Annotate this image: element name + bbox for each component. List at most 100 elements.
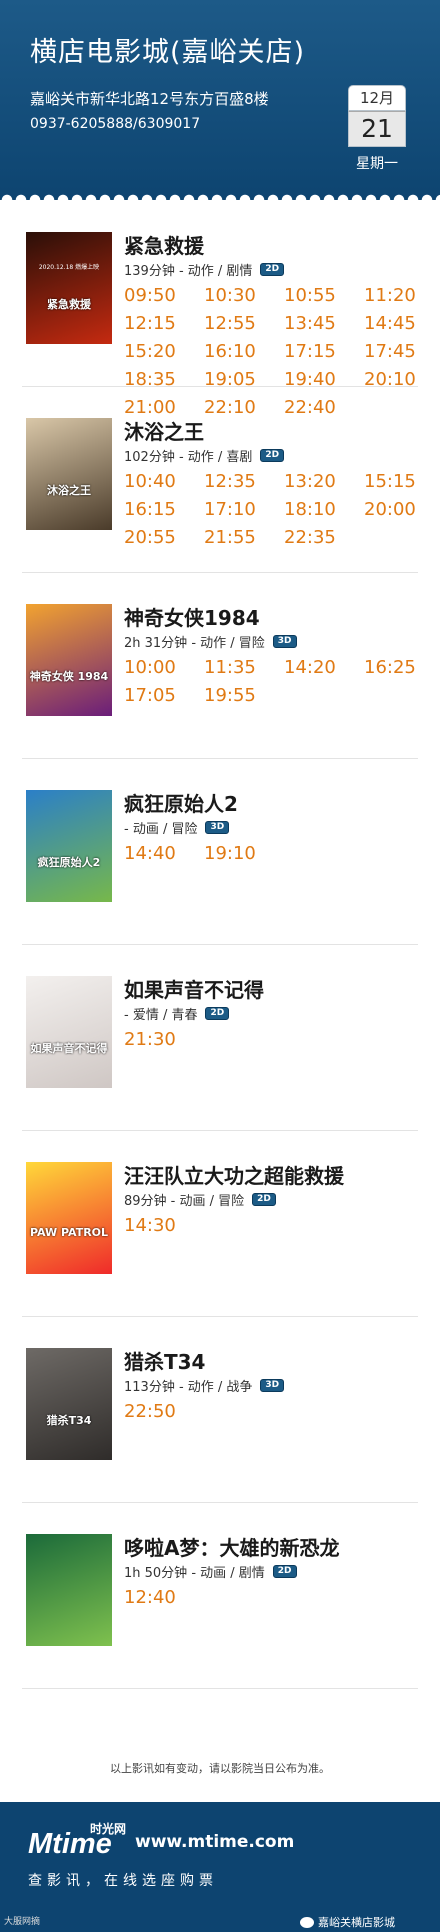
- movie-poster[interactable]: 如果声音不记得: [26, 976, 112, 1088]
- showtime[interactable]: 21:30: [124, 1030, 204, 1050]
- movie-duration-genre: - 爱情 / 青春: [124, 1008, 198, 1023]
- showtime[interactable]: 19:05: [204, 370, 284, 390]
- movie-info: 89分钟 - 动画 / 冒险 2D: [124, 1190, 276, 1209]
- showtime[interactable]: 20:10: [364, 370, 424, 390]
- showtime-grid: 12:40: [124, 1588, 424, 1608]
- format-badge: 3D: [272, 635, 297, 648]
- showtime-grid: 14:30: [124, 1216, 424, 1236]
- movie-duration-genre: 139分钟 - 动作 / 剧情: [124, 264, 253, 279]
- format-badge: 3D: [260, 1379, 285, 1392]
- showtime-grid: 14:40 19:10: [124, 844, 424, 864]
- poster-title-text: PAW PATROL: [29, 1226, 109, 1239]
- showtime[interactable]: 15:15: [364, 472, 424, 492]
- showtime[interactable]: 12:40: [124, 1588, 204, 1608]
- movie-info: 113分钟 - 动作 / 战争 3D: [124, 1376, 285, 1395]
- showtime[interactable]: 14:20: [284, 658, 364, 678]
- movie-info: 102分钟 - 动作 / 喜剧 2D: [124, 446, 285, 465]
- movie-title[interactable]: 神奇女侠1984: [124, 602, 260, 631]
- showtime[interactable]: 12:35: [204, 472, 284, 492]
- movie-info: 139分钟 - 动作 / 剧情 2D: [124, 260, 285, 279]
- showtime[interactable]: 10:30: [204, 286, 284, 306]
- showtime[interactable]: 10:40: [124, 472, 204, 492]
- movie-card[interactable]: 神奇女侠 1984 神奇女侠1984 2h 31分钟 - 动作 / 冒险 3D 10:0…: [22, 582, 418, 759]
- showtime[interactable]: 17:05: [124, 686, 204, 706]
- movie-duration-genre: 89分钟 - 动画 / 冒险: [124, 1194, 245, 1209]
- showtime[interactable]: 10:00: [124, 658, 204, 678]
- showtime[interactable]: 16:25: [364, 658, 424, 678]
- movie-info: 2h 31分钟 - 动作 / 冒险 3D: [124, 632, 297, 651]
- ticket-edge-top: [0, 190, 440, 200]
- movie-card[interactable]: 哆啦A梦：大雄的新恐龙 1h 50分钟 - 动画 / 剧情 2D 12:40: [22, 1512, 418, 1689]
- watermark: 大服网摘: [4, 1917, 41, 1927]
- calendar-day: 21: [348, 111, 406, 147]
- movie-title[interactable]: 如果声音不记得: [124, 974, 264, 1003]
- showtime[interactable]: 19:40: [284, 370, 364, 390]
- showtime[interactable]: 22:35: [284, 528, 364, 548]
- showtime[interactable]: 20:55: [124, 528, 204, 548]
- movie-poster[interactable]: 神奇女侠 1984: [26, 604, 112, 716]
- showtime[interactable]: 10:55: [284, 286, 364, 306]
- movie-title[interactable]: 紧急救援: [124, 230, 204, 259]
- footer: Mtime 时光网 www.mtime.com 查影讯，在线选座购票 嘉峪关横店…: [0, 1802, 440, 1932]
- movie-card[interactable]: 紧急救援 2020.12.18 燃爆上映 紧急救援 139分钟 - 动作 / 剧情 2D…: [22, 210, 418, 418]
- showtime[interactable]: 18:10: [284, 500, 364, 520]
- mtime-url-link[interactable]: www.mtime.com: [135, 1832, 294, 1852]
- showtime[interactable]: 11:20: [364, 286, 424, 306]
- movie-card[interactable]: 沐浴之王 沐浴之王 102分钟 - 动作 / 喜剧 2D 10:40 12:35 13:20…: [22, 396, 418, 573]
- poster-title-text: 紧急救援: [47, 298, 91, 311]
- movie-poster[interactable]: [26, 1534, 112, 1646]
- cinema-title: 横店电影城(嘉峪关店): [30, 37, 306, 68]
- movie-title[interactable]: 汪汪队立大功之超能救援: [124, 1160, 344, 1189]
- showtime[interactable]: 20:00: [364, 500, 424, 520]
- wechat-icon: [300, 1916, 314, 1928]
- movie-duration-genre: 102分钟 - 动作 / 喜剧: [124, 450, 253, 465]
- showtime[interactable]: 18:35: [124, 370, 204, 390]
- showtime[interactable]: 16:10: [204, 342, 284, 362]
- movie-card[interactable]: 如果声音不记得 如果声音不记得 - 爱情 / 青春 2D 21:30: [22, 954, 418, 1131]
- movie-info: - 爱情 / 青春 2D: [124, 1004, 230, 1023]
- notice-text: 以上影讯如有变动，请以影院当日公布为准。: [110, 1762, 330, 1775]
- calendar-widget: 12月 21 星期一: [348, 85, 406, 173]
- showtime[interactable]: 12:15: [124, 314, 204, 334]
- movie-poster[interactable]: 猎杀T34: [26, 1348, 112, 1460]
- movie-card[interactable]: PAW PATROL 汪汪队立大功之超能救援 89分钟 - 动画 / 冒险 2D 14:…: [22, 1140, 418, 1317]
- movie-poster[interactable]: 紧急救援 2020.12.18 燃爆上映: [26, 232, 112, 344]
- showtime[interactable]: 13:45: [284, 314, 364, 334]
- showtime-grid: 22:50: [124, 1402, 424, 1422]
- showtime-grid: 10:40 12:35 13:20 15:15 16:15 17:10 18:10 20:00…: [124, 472, 424, 548]
- showtime[interactable]: 17:15: [284, 342, 364, 362]
- format-badge: 2D: [272, 1565, 297, 1578]
- showtime[interactable]: 09:50: [124, 286, 204, 306]
- showtime[interactable]: 22:50: [124, 1402, 204, 1422]
- movie-card[interactable]: 猎杀T34 猎杀T34 113分钟 - 动作 / 战争 3D 22:50: [22, 1326, 418, 1503]
- showtime[interactable]: 12:55: [204, 314, 284, 334]
- showtime[interactable]: 14:40: [124, 844, 204, 864]
- showtime[interactable]: 16:15: [124, 500, 204, 520]
- showtime[interactable]: 14:30: [124, 1216, 204, 1236]
- showtime[interactable]: 19:10: [204, 844, 284, 864]
- movie-poster[interactable]: 沐浴之王: [26, 418, 112, 530]
- movie-info: 1h 50分钟 - 动画 / 剧情 2D: [124, 1562, 297, 1581]
- movie-title[interactable]: 哆啦A梦：大雄的新恐龙: [124, 1532, 339, 1561]
- showtime[interactable]: 14:45: [364, 314, 424, 334]
- movie-poster[interactable]: 疯狂原始人2: [26, 790, 112, 902]
- movie-title[interactable]: 沐浴之王: [124, 416, 204, 445]
- movie-title[interactable]: 猎杀T34: [124, 1346, 205, 1375]
- showtime[interactable]: 17:45: [364, 342, 424, 362]
- format-badge: 2D: [260, 263, 285, 276]
- showtime[interactable]: 13:20: [284, 472, 364, 492]
- logo-cn-text: 时光网: [90, 1822, 127, 1836]
- header: 横店电影城(嘉峪关店) 嘉峪关市新华北路12号东方百盛8楼 0937-62058…: [0, 0, 440, 200]
- wechat-account: 嘉峪关横店影城: [300, 1914, 395, 1930]
- mtime-logo[interactable]: Mtime 时光网: [28, 1820, 128, 1860]
- showtime[interactable]: 21:55: [204, 528, 284, 548]
- showtime[interactable]: 19:55: [204, 686, 284, 706]
- movie-poster[interactable]: PAW PATROL: [26, 1162, 112, 1274]
- movie-card[interactable]: 疯狂原始人2 疯狂原始人2 - 动画 / 冒险 3D 14:40 19:10: [22, 768, 418, 945]
- showtime[interactable]: 11:35: [204, 658, 284, 678]
- calendar-weekday: 星期一: [356, 156, 398, 172]
- showtime[interactable]: 17:10: [204, 500, 284, 520]
- movie-title[interactable]: 疯狂原始人2: [124, 788, 238, 817]
- showtime-grid: 10:00 11:35 14:20 16:25 17:05 19:55: [124, 658, 424, 706]
- showtime[interactable]: 15:20: [124, 342, 204, 362]
